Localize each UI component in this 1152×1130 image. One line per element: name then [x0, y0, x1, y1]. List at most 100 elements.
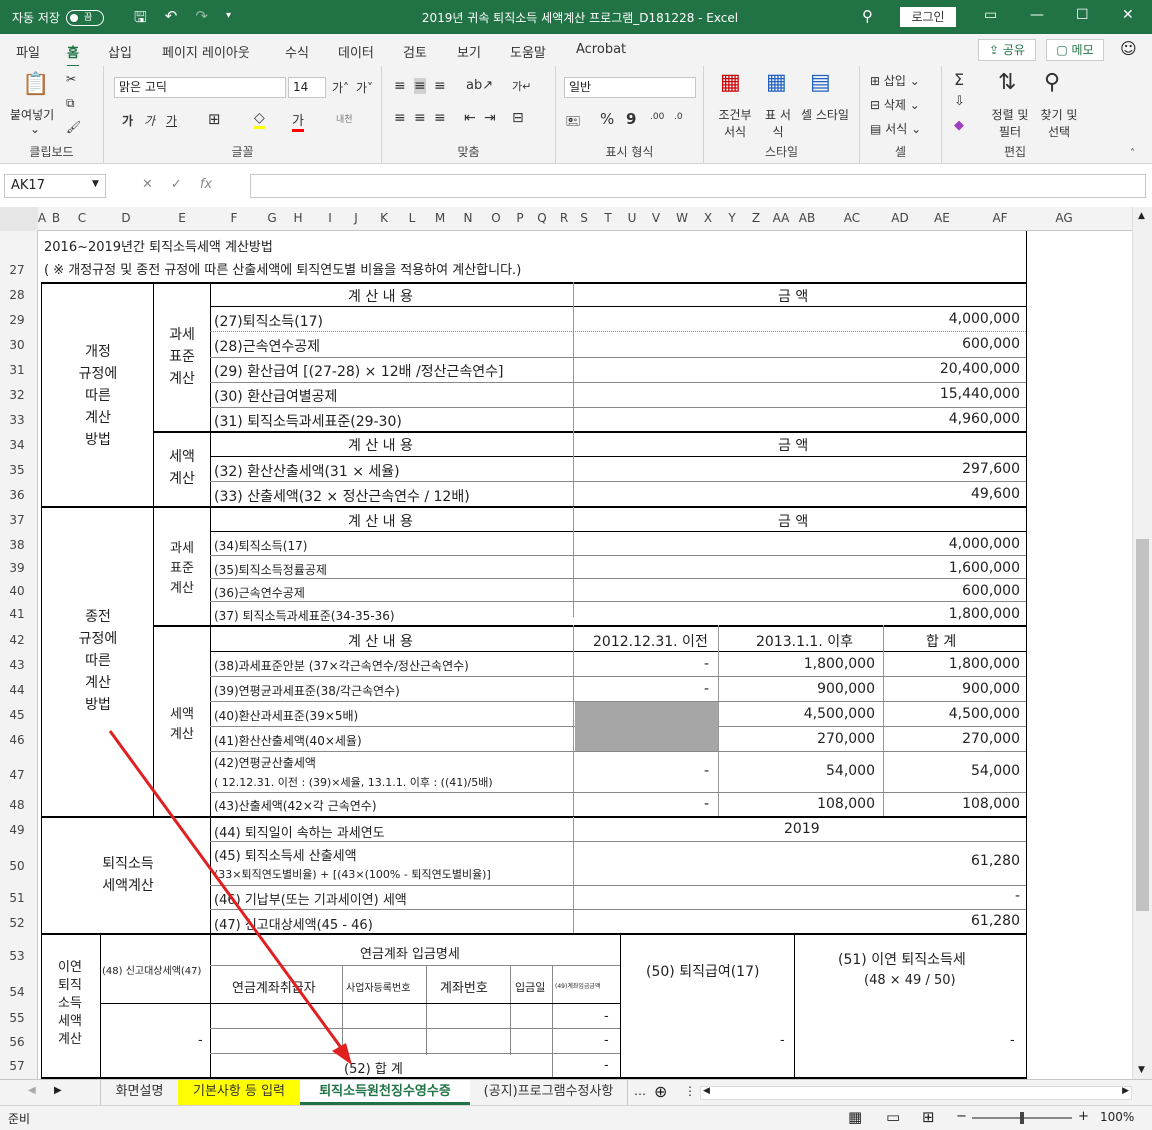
table-format-icon[interactable]: ▦	[766, 70, 787, 95]
feedback-icon[interactable]: ☺	[1120, 39, 1137, 58]
collapse-ribbon-icon[interactable]: ˄	[1130, 148, 1135, 159]
row-header[interactable]: 38	[0, 538, 34, 552]
sort-filter-icon[interactable]: ⇅	[998, 70, 1016, 95]
row-header[interactable]: 30	[0, 338, 34, 352]
ribbon-display-icon[interactable]: ▭	[984, 7, 997, 23]
col-header[interactable]: W	[670, 211, 694, 225]
row-header[interactable]: 52	[0, 916, 34, 930]
col-header[interactable]: O	[484, 211, 508, 225]
autosave-toggle[interactable]: 끔	[65, 9, 104, 26]
normal-view-icon[interactable]: ▦	[848, 1108, 862, 1126]
zoom-level[interactable]: 100%	[1100, 1110, 1134, 1124]
redo-icon[interactable]: ↷	[195, 7, 208, 32]
insert-cells-button[interactable]: ⊞ 삽입 ⌄	[870, 72, 920, 89]
name-box[interactable]: AK17	[4, 174, 106, 198]
next-sheet-icon[interactable]: ▶	[54, 1085, 62, 1096]
shrink-font-icon[interactable]: 가˅	[356, 79, 373, 96]
tab-formulas[interactable]: 수식	[285, 42, 309, 61]
row-header[interactable]: 27	[0, 263, 34, 277]
format-painter-icon[interactable]: 🖌	[66, 120, 81, 134]
conditional-format-icon[interactable]: ▦	[720, 70, 741, 95]
align-center-icon[interactable]: ≡	[414, 110, 426, 126]
conditional-format-button[interactable]: 조건부 서식	[712, 106, 758, 140]
comma-icon[interactable]: 9	[626, 110, 636, 128]
row-header[interactable]: 47	[0, 768, 34, 782]
col-header[interactable]: B	[48, 211, 64, 225]
underline-icon[interactable]: 가	[166, 112, 177, 129]
phonetic-icon[interactable]: 내천	[336, 112, 353, 125]
row-header[interactable]: 33	[0, 413, 34, 427]
prev-sheet-icon[interactable]: ◀	[28, 1085, 36, 1096]
col-header[interactable]: Z	[744, 211, 768, 225]
font-name-field[interactable]: 맑은 고딕	[114, 77, 286, 98]
col-header[interactable]: AB	[794, 211, 820, 225]
col-header[interactable]: AC	[836, 211, 868, 225]
col-header[interactable]: H	[286, 211, 310, 225]
merge-center-icon[interactable]: ⊟	[512, 110, 524, 126]
row-header[interactable]: 37	[0, 513, 34, 527]
align-left-icon[interactable]: ≡	[394, 110, 406, 126]
row-header[interactable]: 36	[0, 488, 34, 502]
col-header[interactable]: L	[400, 211, 424, 225]
bold-icon[interactable]: 가	[122, 112, 133, 129]
tab-acrobat[interactable]: Acrobat	[576, 42, 626, 57]
sheet-tab-input[interactable]: 기본사항 등 입력	[178, 1080, 300, 1105]
copy-icon[interactable]: ⧉	[66, 96, 75, 111]
page-layout-view-icon[interactable]: ▭	[886, 1108, 900, 1126]
tab-help[interactable]: 도움말	[510, 42, 546, 61]
clear-icon[interactable]: ◆	[954, 118, 964, 133]
login-button[interactable]: 로그인	[900, 7, 956, 27]
horizontal-scrollbar[interactable]: ◀ ▶	[700, 1086, 1132, 1100]
col-header[interactable]: Y	[720, 211, 744, 225]
search-icon[interactable]: ⚲	[862, 7, 873, 25]
row-header[interactable]: 31	[0, 363, 34, 377]
indent-decrease-icon[interactable]: ⇤	[464, 110, 476, 126]
col-header[interactable]: T	[596, 211, 620, 225]
col-header[interactable]: E	[170, 211, 194, 225]
undo-icon[interactable]: ↶	[165, 7, 178, 32]
cell-style-icon[interactable]: ▤	[810, 70, 831, 95]
table-format-button[interactable]: 표 서식	[760, 106, 796, 140]
vertical-scrollbar[interactable]: ▲ ▼	[1132, 207, 1152, 1079]
col-header[interactable]: F	[222, 211, 246, 225]
col-header[interactable]: AE	[926, 211, 958, 225]
enter-icon[interactable]: ✓	[171, 177, 182, 192]
share-button[interactable]: ⇪ 공유	[978, 39, 1036, 61]
row-header[interactable]: 53	[0, 949, 34, 963]
font-size-field[interactable]: 14	[288, 77, 326, 98]
row-header[interactable]: 43	[0, 658, 34, 672]
tab-review[interactable]: 검토	[403, 42, 427, 61]
cancel-icon[interactable]: ✕	[142, 177, 153, 192]
name-box-dropdown-icon[interactable]: ▼	[92, 179, 99, 189]
col-header[interactable]: K	[372, 211, 396, 225]
sheet-tab-notice[interactable]: (공지)프로그램수정사항	[470, 1080, 628, 1105]
cell-style-button[interactable]: 셀 스타일	[800, 106, 850, 123]
grow-font-icon[interactable]: 가˄	[332, 79, 349, 96]
select-all-button[interactable]	[0, 207, 38, 231]
font-color-icon[interactable]: 가	[292, 110, 304, 132]
col-header[interactable]: AG	[1048, 211, 1080, 225]
formula-input[interactable]	[250, 174, 1146, 198]
col-header[interactable]: V	[644, 211, 668, 225]
col-header[interactable]: S	[572, 211, 596, 225]
col-header[interactable]: D	[110, 211, 142, 225]
col-header[interactable]: M	[428, 211, 452, 225]
fill-icon[interactable]: ⇩	[954, 94, 965, 109]
indent-increase-icon[interactable]: ⇥	[484, 110, 496, 126]
sheet-tab-receipt[interactable]: 퇴직소득원천징수영수증	[300, 1080, 470, 1105]
row-header[interactable]: 48	[0, 798, 34, 812]
align-right-icon[interactable]: ≡	[434, 110, 446, 126]
tab-page-layout[interactable]: 페이지 레이아웃	[162, 42, 250, 61]
row-header[interactable]: 42	[0, 633, 34, 647]
paste-dropdown-icon[interactable]: ⌄	[30, 122, 40, 136]
row-header[interactable]: 44	[0, 683, 34, 697]
tab-file[interactable]: 파일	[16, 42, 40, 61]
align-bottom-icon[interactable]: ≡	[434, 78, 446, 94]
row-header[interactable]: 54	[0, 985, 34, 999]
row-header[interactable]: 46	[0, 733, 34, 747]
col-header[interactable]: A	[36, 211, 48, 225]
col-header[interactable]: X	[696, 211, 720, 225]
add-sheet-icon[interactable]: ⊕	[654, 1082, 667, 1101]
more-sheets-icon[interactable]: …	[634, 1084, 646, 1098]
scroll-down-icon[interactable]: ▼	[1138, 1065, 1145, 1075]
